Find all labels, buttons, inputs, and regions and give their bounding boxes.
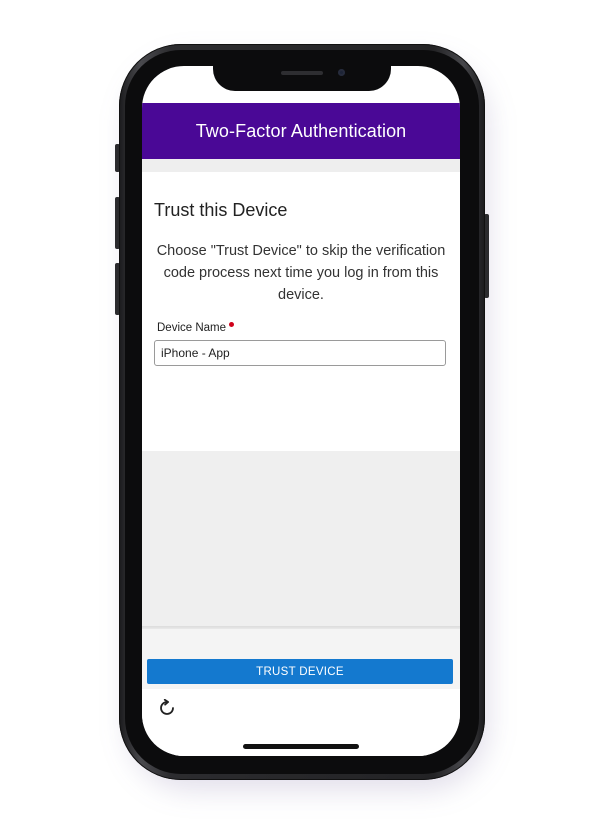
home-indicator (243, 744, 359, 749)
trust-device-card: Trust this Device Choose "Trust Device" … (142, 172, 460, 451)
device-name-label-text: Device Name (157, 322, 227, 334)
page-title: Two-Factor Authentication (195, 120, 407, 141)
phone-notch (213, 66, 391, 91)
device-name-label: Device Name (157, 322, 235, 334)
speaker-grille (281, 71, 323, 75)
front-camera (338, 69, 345, 76)
app-header: Two-Factor Authentication (142, 103, 460, 159)
empty-content-area (142, 451, 460, 626)
header-separator (142, 159, 460, 172)
card-title: Trust this Device (154, 200, 288, 220)
bottom-toolbar (142, 689, 460, 756)
required-indicator (229, 322, 235, 327)
footer-area: TRUST DEVICE (142, 629, 460, 689)
trust-device-button[interactable]: TRUST DEVICE (147, 659, 453, 684)
refresh-icon[interactable] (158, 699, 176, 717)
phone-screen: Two-Factor Authentication Trust this Dev… (142, 66, 460, 756)
device-name-input[interactable] (154, 340, 446, 366)
card-description: Choose "Trust Device" to skip the verifi… (156, 243, 446, 303)
